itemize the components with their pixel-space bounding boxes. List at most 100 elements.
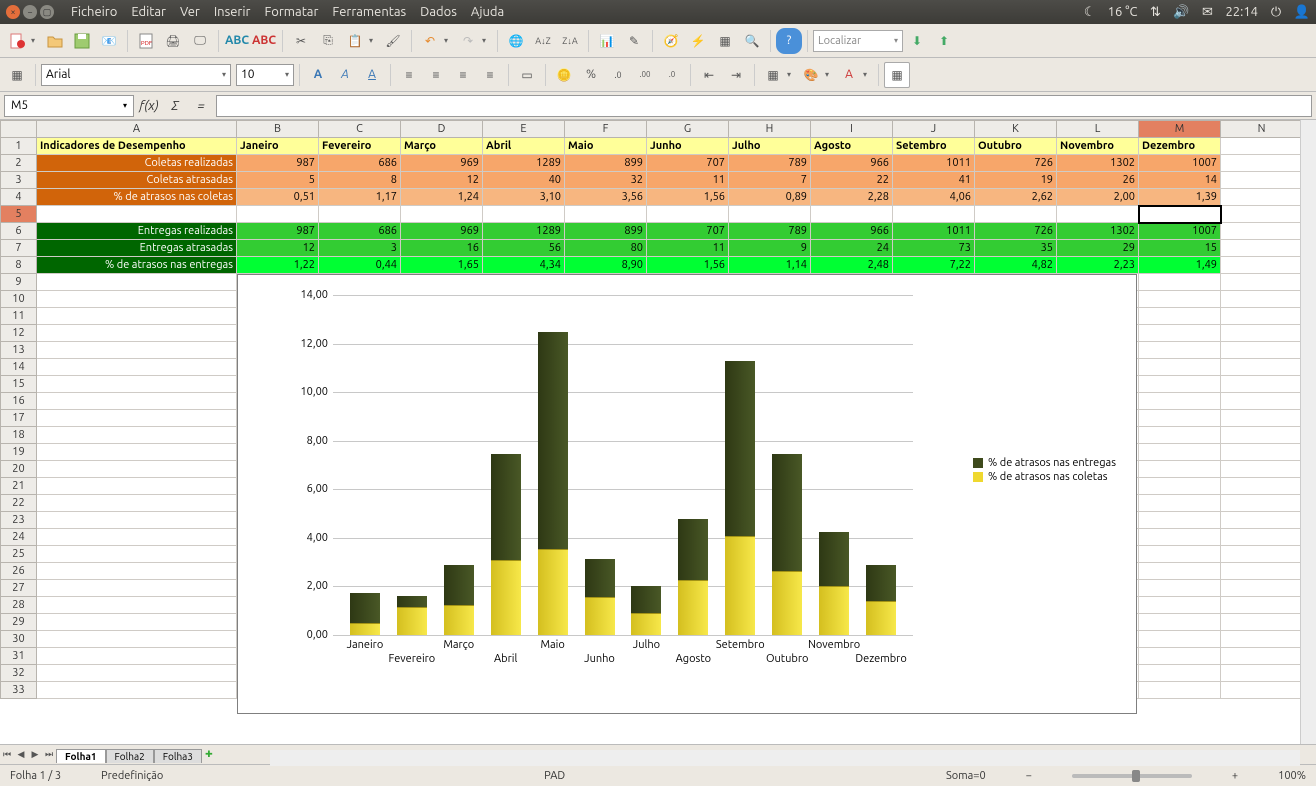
find-next-button[interactable]: ⬇ [904, 28, 930, 54]
col-header-J[interactable]: J [893, 121, 975, 138]
cell-N6[interactable] [1221, 223, 1303, 240]
cell-A18[interactable] [37, 427, 237, 444]
cell-N23[interactable] [1221, 512, 1303, 529]
align-center-button[interactable]: ≡ [423, 62, 449, 88]
cell-N9[interactable] [1221, 274, 1303, 291]
cell-M27[interactable] [1139, 580, 1221, 597]
cell-C4[interactable]: 1,17 [319, 189, 401, 206]
cell-D1[interactable]: Março [401, 138, 483, 155]
cell-B2[interactable]: 987 [237, 155, 319, 172]
cell-L7[interactable]: 29 [1057, 240, 1139, 257]
cell-H2[interactable]: 789 [729, 155, 811, 172]
cell-A25[interactable] [37, 546, 237, 563]
menu-ver[interactable]: Ver [173, 5, 207, 19]
cell-G6[interactable]: 707 [647, 223, 729, 240]
cell-N30[interactable] [1221, 631, 1303, 648]
cell-A23[interactable] [37, 512, 237, 529]
cell-N29[interactable] [1221, 614, 1303, 631]
cell-B4[interactable]: 0,51 [237, 189, 319, 206]
cell-M7[interactable]: 15 [1139, 240, 1221, 257]
mail-icon[interactable]: ✉ [1199, 4, 1215, 20]
formula-input[interactable] [216, 95, 1312, 117]
horizontal-scrollbar[interactable] [270, 750, 1300, 766]
cell-M13[interactable] [1139, 342, 1221, 359]
cell-D7[interactable]: 16 [401, 240, 483, 257]
menu-ficheiro[interactable]: Ficheiro [64, 5, 124, 19]
align-left-button[interactable]: ≡ [396, 62, 422, 88]
maximize-button[interactable]: ▢ [40, 5, 54, 19]
bgcolor-dropdown[interactable]: ▾ [825, 70, 835, 79]
cell-N3[interactable] [1221, 172, 1303, 189]
cell-N17[interactable] [1221, 410, 1303, 427]
chart-object[interactable]: 0,002,004,006,008,0010,0012,0014,00 Jane… [237, 274, 1137, 714]
cell-N26[interactable] [1221, 563, 1303, 580]
cell-N27[interactable] [1221, 580, 1303, 597]
decrease-indent-button[interactable]: ⇤ [696, 62, 722, 88]
preview-button[interactable]: 🖵 [187, 28, 213, 54]
row-header-26[interactable]: 26 [1, 563, 37, 580]
cell-N11[interactable] [1221, 308, 1303, 325]
cell-H4[interactable]: 0,89 [729, 189, 811, 206]
zoom-button[interactable]: 🔍 [739, 28, 765, 54]
row-header-13[interactable]: 13 [1, 342, 37, 359]
redo-dropdown[interactable]: ▾ [482, 36, 492, 45]
cell-K7[interactable]: 35 [975, 240, 1057, 257]
col-header-I[interactable]: I [811, 121, 893, 138]
cell-L4[interactable]: 2,00 [1057, 189, 1139, 206]
cell-M20[interactable] [1139, 461, 1221, 478]
cell-A28[interactable] [37, 597, 237, 614]
cell-I8[interactable]: 2,48 [811, 257, 893, 274]
cell-A7[interactable]: Entregas atrasadas [37, 240, 237, 257]
status-sum[interactable]: Soma=0 [946, 770, 986, 782]
cell-A30[interactable] [37, 631, 237, 648]
cell-I2[interactable]: 966 [811, 155, 893, 172]
cell-A8[interactable]: % de atrasos nas entregas [37, 257, 237, 274]
row-header-15[interactable]: 15 [1, 376, 37, 393]
cell-N15[interactable] [1221, 376, 1303, 393]
cell-A6[interactable]: Entregas realizadas [37, 223, 237, 240]
cell-L6[interactable]: 1302 [1057, 223, 1139, 240]
row-header-20[interactable]: 20 [1, 461, 37, 478]
row-header-17[interactable]: 17 [1, 410, 37, 427]
cell-K5[interactable] [975, 206, 1057, 223]
row-header-11[interactable]: 11 [1, 308, 37, 325]
row-header-6[interactable]: 6 [1, 223, 37, 240]
col-header-H[interactable]: H [729, 121, 811, 138]
cell-G1[interactable]: Junho [647, 138, 729, 155]
zoom-slider[interactable] [1072, 774, 1192, 778]
cell-A15[interactable] [37, 376, 237, 393]
col-header-N[interactable]: N [1221, 121, 1303, 138]
autospell-button[interactable]: ABC [251, 28, 277, 54]
cell-M10[interactable] [1139, 291, 1221, 308]
sort-desc-button[interactable]: Z↓A [557, 28, 583, 54]
cell-D4[interactable]: 1,24 [401, 189, 483, 206]
col-header-F[interactable]: F [565, 121, 647, 138]
cell-A29[interactable] [37, 614, 237, 631]
show-draw-button[interactable]: ✎ [621, 28, 647, 54]
cell-M6[interactable]: 1007 [1139, 223, 1221, 240]
cell-A31[interactable] [37, 648, 237, 665]
navigator-button[interactable]: 🧭 [658, 28, 684, 54]
cell-M33[interactable] [1139, 682, 1221, 699]
cell-N21[interactable] [1221, 478, 1303, 495]
cell-D8[interactable]: 1,65 [401, 257, 483, 274]
number-button[interactable]: .0 [605, 62, 631, 88]
find-prev-button[interactable]: ⬆ [931, 28, 957, 54]
cell-E6[interactable]: 1289 [483, 223, 565, 240]
cell-M17[interactable] [1139, 410, 1221, 427]
currency-button[interactable]: 🪙 [551, 62, 577, 88]
row-header-29[interactable]: 29 [1, 614, 37, 631]
datasource-button[interactable]: ▦ [712, 28, 738, 54]
menu-inserir[interactable]: Inserir [207, 5, 258, 19]
cell-G2[interactable]: 707 [647, 155, 729, 172]
vertical-scrollbar[interactable] [1300, 120, 1316, 744]
cell-B3[interactable]: 5 [237, 172, 319, 189]
cell-A24[interactable] [37, 529, 237, 546]
cell-N25[interactable] [1221, 546, 1303, 563]
cell-M5[interactable] [1139, 206, 1221, 223]
cell-N33[interactable] [1221, 682, 1303, 699]
cell-A20[interactable] [37, 461, 237, 478]
cell-A11[interactable] [37, 308, 237, 325]
row-header-3[interactable]: 3 [1, 172, 37, 189]
align-right-button[interactable]: ≡ [450, 62, 476, 88]
